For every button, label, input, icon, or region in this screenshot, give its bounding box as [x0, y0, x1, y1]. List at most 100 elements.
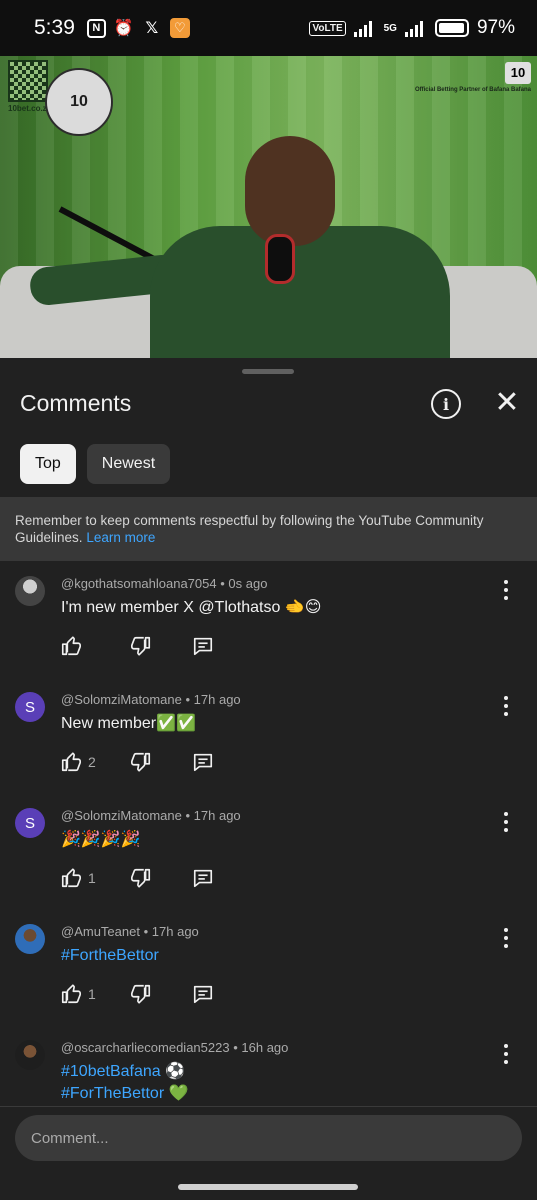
comment-time: 17h ago — [151, 924, 199, 939]
more-options-icon[interactable] — [496, 809, 516, 835]
like-button[interactable]: 2 — [60, 750, 96, 774]
comment-actions: 1 — [60, 866, 230, 890]
comment-item: S @SolomziMatomane • 17h ago 🎉🎉🎉🎉 1 — [0, 793, 537, 909]
reply-icon — [193, 637, 213, 656]
comment-list[interactable]: @kgothatsomahloana7054 • 0s ago I'm new … — [0, 561, 537, 1106]
like-count: 1 — [88, 986, 96, 1002]
avatar[interactable]: S — [15, 808, 45, 838]
comment-text: #FortheBettor — [61, 945, 159, 967]
meta-separator: • — [143, 924, 149, 939]
like-button[interactable]: 1 — [60, 982, 96, 1006]
like-count: 2 — [88, 754, 96, 770]
video-scrim — [0, 56, 537, 358]
avatar[interactable] — [15, 576, 45, 606]
comment-actions: 2 — [60, 750, 230, 774]
dislike-button[interactable] — [130, 866, 152, 890]
reply-button[interactable] — [192, 634, 214, 658]
comment-text: #10betBafana ⚽ #ForTheBettor 💚 — [61, 1061, 189, 1105]
reply-icon — [193, 869, 213, 888]
sort-chips: Top Newest — [20, 444, 171, 484]
network-type: 5G — [383, 22, 397, 34]
comment-composer-bar: Comment... — [0, 1106, 537, 1200]
home-indicator[interactable] — [178, 1184, 358, 1190]
x-icon: 𝕏 — [145, 20, 159, 37]
battery-percent: 97% — [476, 17, 515, 38]
thumb-up-icon — [61, 752, 81, 772]
sheet-title: Comments — [20, 390, 132, 416]
close-icon[interactable]: ✕ — [492, 388, 522, 418]
comment-meta: @SolomziMatomane • 17h ago — [61, 692, 241, 707]
avatar[interactable] — [15, 924, 45, 954]
meta-separator: • — [185, 692, 191, 707]
more-options-icon[interactable] — [496, 693, 516, 719]
thumb-down-icon — [131, 868, 151, 888]
hashtag-link[interactable]: #FortheBettor — [61, 947, 159, 964]
chip-top[interactable]: Top — [20, 444, 76, 484]
thumb-up-icon — [61, 636, 81, 656]
hashtag-link[interactable]: #ForTheBettor 💚 — [61, 1083, 189, 1105]
volte-badge: VoLTE — [309, 20, 346, 36]
comment-text: 🎉🎉🎉🎉 — [61, 831, 141, 848]
comment-author[interactable]: @SolomziMatomane — [61, 808, 182, 823]
video-player[interactable]: 10bet.co.za 10 10 Official Betting Partn… — [0, 56, 537, 358]
more-options-icon[interactable] — [496, 577, 516, 603]
reply-icon — [193, 985, 213, 1004]
comment-item: @kgothatsomahloana7054 • 0s ago I'm new … — [0, 561, 537, 677]
hashtag-link[interactable]: #10betBafana ⚽ — [61, 1061, 189, 1083]
more-options-icon[interactable] — [496, 1041, 516, 1067]
more-options-icon[interactable] — [496, 925, 516, 951]
comment-time: 16h ago — [241, 1040, 289, 1055]
reply-button[interactable] — [192, 982, 214, 1006]
meta-separator: • — [185, 808, 191, 823]
meta-separator: • — [220, 576, 225, 591]
comment-time: 17h ago — [193, 692, 241, 707]
comment-item: @AmuTeanet • 17h ago #FortheBettor 1 — [0, 909, 537, 1025]
like-button[interactable] — [60, 634, 88, 658]
comment-input[interactable]: Comment... — [15, 1115, 522, 1161]
comment-author[interactable]: @kgothatsomahloana7054 — [61, 576, 217, 591]
comment-meta: @SolomziMatomane • 17h ago — [61, 808, 241, 823]
status-time: 5:39 — [34, 16, 75, 39]
reply-icon — [193, 753, 213, 772]
info-icon[interactable]: i — [431, 389, 461, 419]
like-count: 1 — [88, 870, 96, 886]
like-button[interactable]: 1 — [60, 866, 96, 890]
reply-button[interactable] — [192, 866, 214, 890]
nfc-icon: N — [86, 18, 106, 38]
battery-icon — [434, 19, 469, 37]
avatar[interactable] — [15, 1040, 45, 1070]
avatar[interactable]: S — [15, 692, 45, 722]
status-right-icons: VoLTE 5G 97% — [309, 17, 515, 39]
thumb-up-icon — [61, 984, 81, 1004]
dislike-button[interactable] — [130, 750, 152, 774]
comments-sheet: Comments i ✕ Top Newest Remember to keep… — [0, 358, 537, 1200]
chip-newest[interactable]: Newest — [86, 444, 171, 484]
comment-text: New member✅✅ — [61, 715, 196, 732]
comment-time: 17h ago — [193, 808, 241, 823]
signal-icon-2 — [404, 21, 423, 37]
comment-item: @oscarcharliecomedian5223 • 16h ago #10b… — [0, 1025, 537, 1106]
reply-button[interactable] — [192, 750, 214, 774]
battery-fill — [438, 23, 464, 33]
thumb-down-icon — [131, 984, 151, 1004]
app-notification-icon: ♡ — [169, 18, 190, 38]
comment-author[interactable]: @AmuTeanet — [61, 924, 140, 939]
status-bar: 5:39 N ⏰ 𝕏 ♡ VoLTE 5G 97% — [0, 0, 537, 56]
drag-handle[interactable] — [242, 369, 294, 374]
comment-time: 0s ago — [228, 576, 268, 591]
comment-item: S @SolomziMatomane • 17h ago New member✅… — [0, 677, 537, 793]
comment-actions: 1 — [60, 982, 230, 1006]
status-left-icons: N ⏰ 𝕏 ♡ — [86, 18, 190, 38]
thumb-down-icon — [131, 636, 151, 656]
comment-actions — [60, 634, 230, 658]
comment-meta: @oscarcharliecomedian5223 • 16h ago — [61, 1040, 288, 1055]
comment-meta: @kgothatsomahloana7054 • 0s ago — [61, 576, 267, 591]
thumb-down-icon — [131, 752, 151, 772]
comment-meta: @AmuTeanet • 17h ago — [61, 924, 199, 939]
community-guidelines-notice: Remember to keep comments respectful by … — [0, 497, 537, 561]
comment-author[interactable]: @SolomziMatomane — [61, 692, 182, 707]
learn-more-link[interactable]: Learn more — [86, 530, 155, 545]
dislike-button[interactable] — [130, 634, 152, 658]
dislike-button[interactable] — [130, 982, 152, 1006]
comment-author[interactable]: @oscarcharliecomedian5223 — [61, 1040, 230, 1055]
